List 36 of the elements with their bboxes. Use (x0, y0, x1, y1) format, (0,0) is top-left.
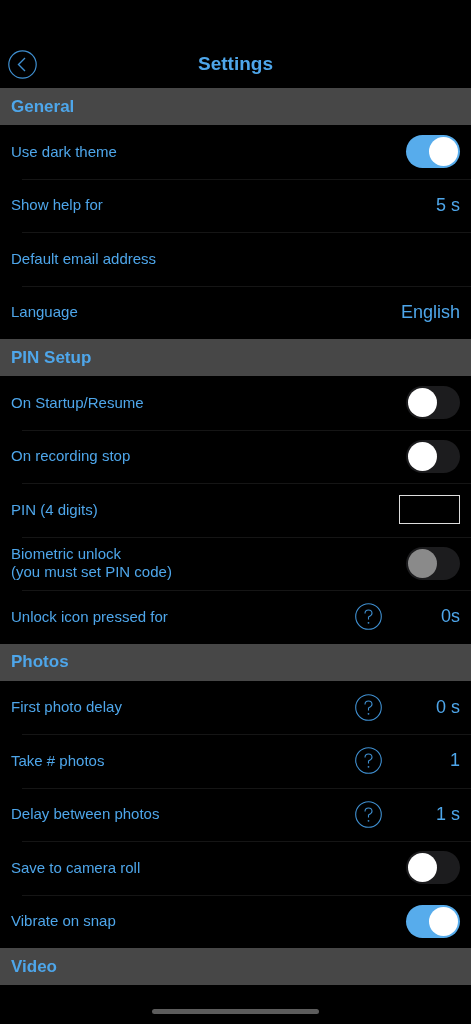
toggle-switch[interactable] (406, 439, 460, 473)
setting-value[interactable]: 0 s (382, 696, 460, 718)
setting-label: Show help for (11, 196, 104, 215)
help-icon[interactable] (355, 800, 382, 828)
toggle-switch[interactable] (406, 904, 460, 938)
setting-label: Biometric unlock (you must set PIN code) (11, 545, 173, 582)
setting-label: Default email address (11, 249, 158, 268)
setting-label: On recording stop (11, 447, 132, 466)
section-title: General (11, 96, 75, 117)
back-button[interactable] (8, 50, 37, 79)
setting-value[interactable]: English (400, 301, 460, 323)
toggle-switch[interactable] (406, 851, 460, 885)
toggle-switch[interactable] (406, 386, 460, 420)
setting-label: PIN (4 digits) (11, 500, 99, 519)
section-title: Photos (11, 652, 69, 672)
setting-value[interactable]: 1 (382, 750, 460, 772)
setting-label: On Startup/Resume (11, 393, 145, 412)
help-icon[interactable] (355, 747, 382, 775)
toggle-switch[interactable] (406, 135, 460, 169)
setting-label: Delay between photos (11, 805, 161, 824)
section-title: Video (11, 956, 57, 977)
pin-field[interactable] (399, 495, 460, 525)
setting-value[interactable]: 5 s (436, 194, 460, 216)
setting-value[interactable]: 0s (382, 606, 460, 628)
screen-title: Settings (198, 53, 273, 75)
help-icon[interactable] (355, 603, 382, 631)
setting-label: Language (11, 303, 79, 322)
setting-label: Vibrate on snap (11, 912, 117, 931)
setting-label: Save to camera roll (11, 858, 142, 877)
setting-value[interactable]: 1 s (382, 803, 460, 825)
setting-label: First photo delay (11, 698, 123, 717)
setting-label: Unlock icon pressed for (11, 607, 169, 626)
setting-label: Take # photos (11, 751, 106, 770)
section-title: PIN Setup (11, 347, 92, 368)
help-icon[interactable] (355, 693, 382, 721)
setting-label: Use dark theme (11, 142, 118, 161)
